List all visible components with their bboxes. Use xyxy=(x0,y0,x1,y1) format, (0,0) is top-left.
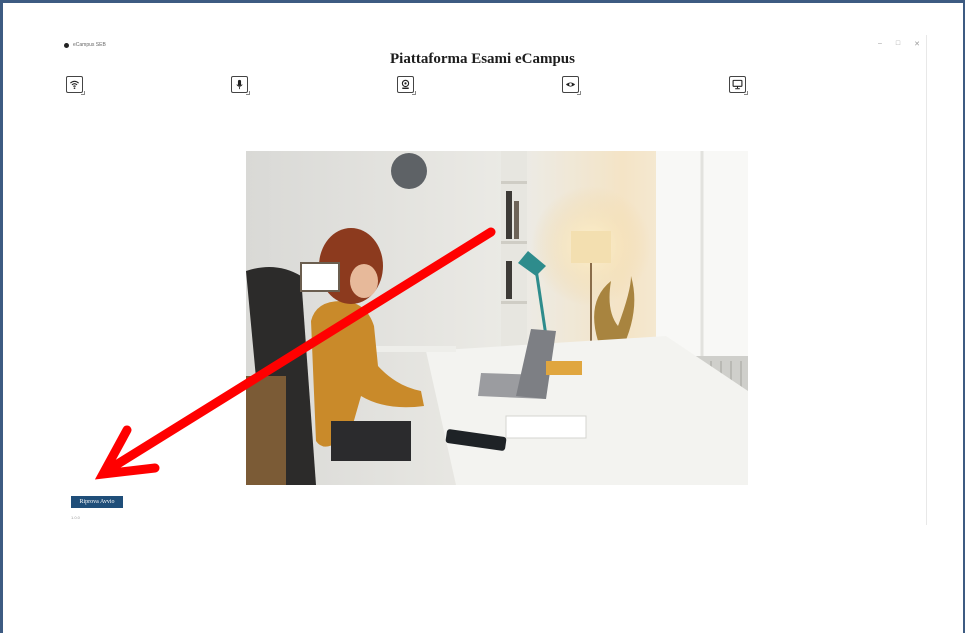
eye-icon xyxy=(565,82,576,87)
wifi-icon xyxy=(70,80,79,89)
monitor-icon xyxy=(732,79,743,90)
retry-start-button[interactable]: Riprova Avvio xyxy=(71,496,123,508)
app-logo-icon xyxy=(64,42,69,48)
app-version: 1.0.0 xyxy=(71,515,80,520)
webcam-icon xyxy=(401,79,410,89)
maximize-button[interactable]: □ xyxy=(896,40,900,48)
page-title: Piattaforma Esami eCampus xyxy=(390,51,575,67)
close-button[interactable]: ✕ xyxy=(914,40,920,48)
microphone-status-button[interactable] xyxy=(231,76,250,95)
window-titlebar: eCampus SEB xyxy=(64,42,106,48)
microphone-icon xyxy=(236,79,243,90)
window-title: eCampus SEB xyxy=(73,42,106,48)
wifi-status-button[interactable] xyxy=(66,76,85,95)
monitor-status-button[interactable] xyxy=(729,76,748,95)
minimize-button[interactable]: – xyxy=(878,40,882,48)
exam-illustration-photo xyxy=(246,151,748,485)
eye-status-button[interactable] xyxy=(562,76,581,95)
window-controls: – □ ✕ xyxy=(878,40,920,48)
webcam-status-button[interactable] xyxy=(397,76,416,95)
woman-at-laptop-image xyxy=(246,151,748,485)
